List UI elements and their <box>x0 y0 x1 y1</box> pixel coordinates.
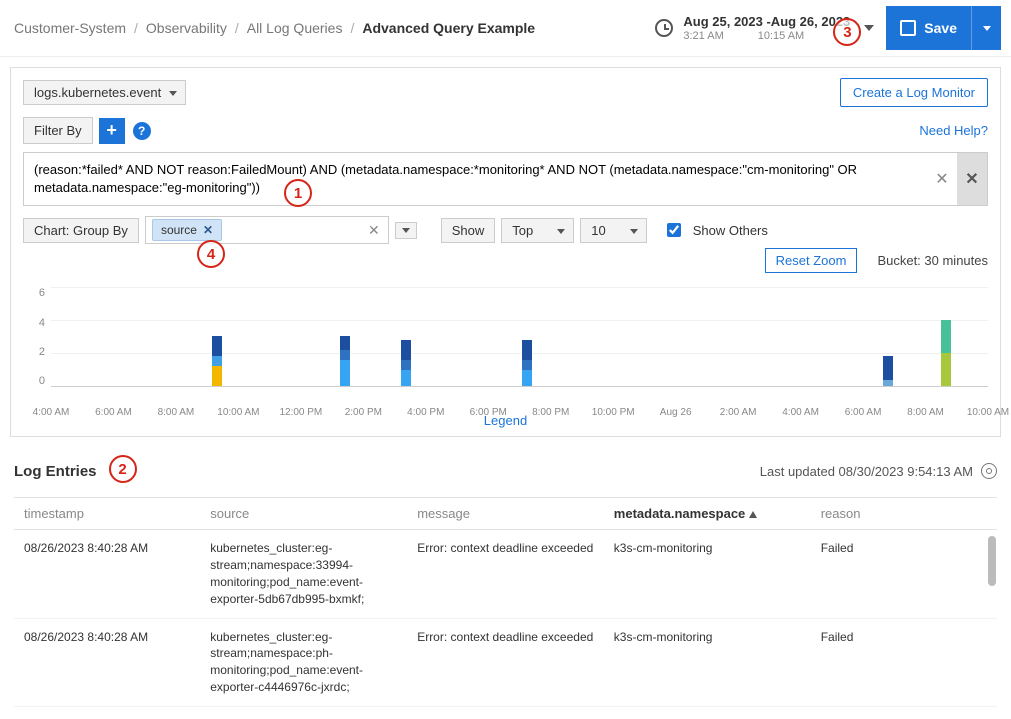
need-help-link[interactable]: Need Help? <box>919 123 988 138</box>
time-range-dates: Aug 25, 2023 -Aug 26, 2023 <box>683 14 850 29</box>
last-updated: Last updated 08/30/2023 9:54:13 AM <box>760 464 973 479</box>
breadcrumb-item[interactable]: Customer-System <box>14 20 126 36</box>
scrollbar-thumb[interactable] <box>988 536 996 586</box>
query-field[interactable] <box>24 153 927 205</box>
header-bar: Customer-System/ Observability/ All Log … <box>0 0 1011 57</box>
show-others-label: Show Others <box>693 223 768 238</box>
table-row[interactable]: 08/26/2023 8:40:29 AMkubernetes_cluster:… <box>14 706 997 707</box>
create-log-monitor-button[interactable]: Create a Log Monitor <box>840 78 988 107</box>
time-from: 3:21 AM <box>683 30 723 42</box>
annotation-2: 2 <box>109 455 137 483</box>
breadcrumb: Customer-System/ Observability/ All Log … <box>14 20 655 36</box>
clock-icon <box>655 19 673 37</box>
breadcrumb-current: Advanced Query Example <box>362 20 535 36</box>
table-row[interactable]: 08/26/2023 8:40:28 AMkubernetes_cluster:… <box>14 618 997 706</box>
time-to: 10:15 AM <box>758 30 804 42</box>
show-label: Show <box>441 218 496 243</box>
chart[interactable]: 6420 4:00 AM6:00 AM8:00 AM10:00 AM12:00 … <box>23 287 988 407</box>
breadcrumb-item[interactable]: Observability <box>146 20 227 36</box>
breadcrumb-item[interactable]: All Log Queries <box>247 20 343 36</box>
tag-label: source <box>161 223 197 237</box>
show-type-dropdown[interactable]: Top <box>501 218 574 243</box>
filter-by-label: Filter By <box>23 117 93 144</box>
clear-query-button[interactable]: ✕ <box>927 153 957 205</box>
show-count-dropdown[interactable]: 10 <box>580 218 646 243</box>
show-others-checkbox[interactable] <box>667 223 681 237</box>
group-by-tag[interactable]: source ✕ <box>152 219 222 241</box>
help-icon[interactable]: ? <box>133 122 151 140</box>
log-type-dropdown[interactable]: logs.kubernetes.event <box>23 80 186 105</box>
column-header[interactable]: metadata.namespace <box>604 498 811 530</box>
query-panel: logs.kubernetes.event Create a Log Monit… <box>10 67 1001 437</box>
log-entries-section: Log Entries 2 Last updated 08/30/2023 9:… <box>0 447 1011 717</box>
column-header[interactable]: reason <box>811 498 997 530</box>
add-filter-button[interactable]: + <box>99 118 125 144</box>
save-label: Save <box>924 20 957 36</box>
chevron-down-icon <box>983 26 991 31</box>
save-icon <box>900 20 916 36</box>
chevron-down-icon <box>864 25 874 31</box>
remove-tag-icon[interactable]: ✕ <box>203 223 213 237</box>
column-header[interactable]: source <box>200 498 407 530</box>
column-header[interactable]: message <box>407 498 604 530</box>
save-dropdown[interactable] <box>971 6 1001 50</box>
time-range-picker[interactable]: Aug 25, 2023 -Aug 26, 2023 3:21 AM 10:15… <box>655 14 874 42</box>
query-input[interactable]: ✕ ✕ 1 <box>23 152 988 206</box>
log-entries-title: Log Entries <box>14 463 97 480</box>
table-row[interactable]: 08/26/2023 8:40:28 AMkubernetes_cluster:… <box>14 530 997 618</box>
group-by-dropdown[interactable] <box>395 222 417 239</box>
bucket-label: Bucket: 30 minutes <box>877 253 988 268</box>
gear-icon[interactable] <box>981 463 997 479</box>
run-query-button[interactable]: ✕ <box>957 153 987 205</box>
column-header[interactable]: timestamp <box>14 498 200 530</box>
group-by-label: Chart: Group By <box>23 218 139 243</box>
reset-zoom-button[interactable]: Reset Zoom <box>765 248 858 273</box>
clear-tags-button[interactable]: ✕ <box>368 222 380 239</box>
save-button[interactable]: Save <box>886 6 971 50</box>
log-table: timestampsourcemessagemetadata.namespace… <box>14 498 997 707</box>
